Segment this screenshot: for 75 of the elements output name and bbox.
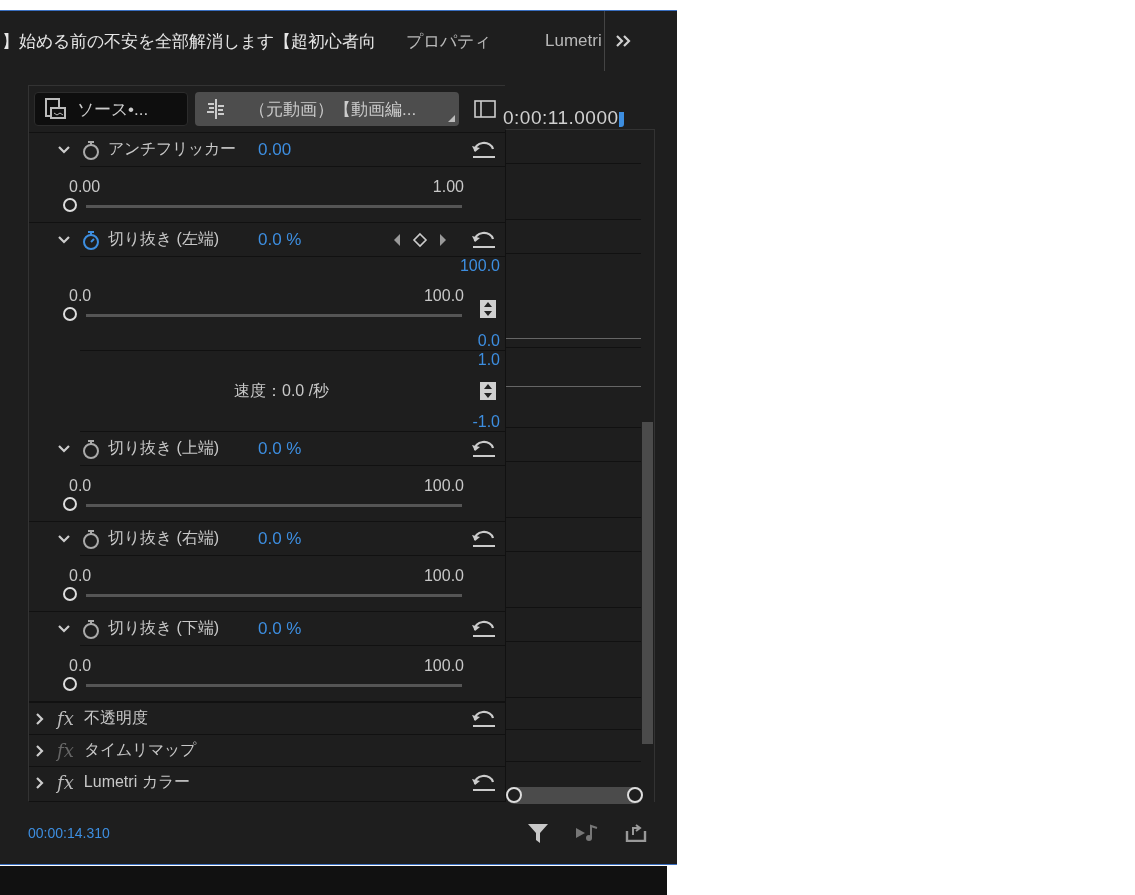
reset-icon[interactable] <box>471 773 497 792</box>
property-name: 切り抜き (下端) <box>108 618 221 638</box>
slider-max: 100.0 <box>423 286 464 305</box>
effect-name[interactable]: Lumetri カラー <box>83 772 190 793</box>
chevron-down-icon[interactable] <box>57 144 71 155</box>
slider-min: 0.0 <box>69 286 92 305</box>
film-icon <box>45 98 67 120</box>
property-name: 切り抜き (左端) <box>108 229 221 249</box>
slider-max: 100.0 <box>423 566 464 585</box>
property-name: アンチフリッカー <box>108 139 237 159</box>
graph-min-value: 0.0 <box>477 332 501 350</box>
effect-name[interactable]: タイムリマップ <box>83 740 196 761</box>
double-chevron-icon[interactable] <box>614 34 631 48</box>
chevron-right-icon[interactable] <box>35 743 45 758</box>
property-value[interactable]: 0.00 <box>258 139 292 160</box>
play-audio-icon[interactable] <box>575 824 599 842</box>
slider-min: 0.00 <box>69 177 101 196</box>
reset-icon[interactable] <box>471 140 497 159</box>
graph-max-value: 100.0 <box>459 257 501 275</box>
stopwatch-icon[interactable] <box>82 528 100 549</box>
velocity-readout: 速度：0.0 /秒 <box>234 380 331 401</box>
slider-thumb[interactable] <box>63 496 77 511</box>
stopwatch-icon[interactable] <box>82 438 100 459</box>
reset-icon[interactable] <box>471 709 497 728</box>
panel-tab[interactable]: Lumetri <box>545 31 602 51</box>
vertical-scrollbar[interactable] <box>642 422 653 744</box>
fx-toggle[interactable]: fx <box>57 772 74 793</box>
panel-toggle-icon[interactable] <box>474 100 496 118</box>
panel-tab[interactable]: プロパティ <box>406 29 503 53</box>
property-value[interactable]: 0.0 % <box>258 618 302 639</box>
chevron-down-icon[interactable] <box>57 533 71 544</box>
slider-min: 0.0 <box>69 566 92 585</box>
chevron-down-icon[interactable] <box>57 443 71 454</box>
keyframe-navigator-icon[interactable] <box>392 231 448 248</box>
updown-icon[interactable] <box>480 299 496 318</box>
fx-toggle[interactable]: fx <box>57 708 74 729</box>
sequence-icon <box>205 98 227 120</box>
reset-icon[interactable] <box>471 230 497 249</box>
filter-icon[interactable] <box>527 822 549 844</box>
stopwatch-icon[interactable] <box>82 618 100 639</box>
playhead-marker[interactable] <box>618 112 624 127</box>
property-value[interactable]: 0.0 % <box>258 528 302 549</box>
reset-icon[interactable] <box>471 619 497 638</box>
slider-thumb[interactable] <box>63 676 77 691</box>
slider-thumb[interactable] <box>63 306 77 321</box>
slider-max: 100.0 <box>423 656 464 675</box>
current-timecode[interactable]: 00:00:14.310 <box>28 825 110 841</box>
zoom-scrollbar[interactable] <box>506 787 643 804</box>
panel-tab[interactable]: 】始める前の不安を全部解消します【超初心者向 <box>2 29 388 53</box>
clip-tab[interactable]: （元動画）【動画編... <box>195 92 459 126</box>
velocity-max-value: 1.0 <box>477 351 501 369</box>
stopwatch-icon[interactable] <box>82 229 100 250</box>
export-icon[interactable] <box>625 824 647 842</box>
chevron-right-icon[interactable] <box>35 775 45 790</box>
clip-tab[interactable]: ソース•... <box>34 92 188 126</box>
updown-icon[interactable] <box>480 382 496 400</box>
slider-max: 1.00 <box>432 177 464 196</box>
reset-icon[interactable] <box>471 529 497 548</box>
slider-min: 0.0 <box>69 476 92 495</box>
stopwatch-icon[interactable] <box>82 139 100 160</box>
chevron-right-icon[interactable] <box>35 711 45 726</box>
velocity-min-value: -1.0 <box>472 413 501 431</box>
property-name: 切り抜き (右端) <box>108 528 221 548</box>
chevron-down-icon[interactable] <box>57 623 71 634</box>
chevron-down-icon[interactable] <box>57 234 71 245</box>
slider-max: 100.0 <box>423 476 464 495</box>
playhead-timecode: 0:00:11.0000 <box>503 107 619 129</box>
reset-icon[interactable] <box>471 439 497 458</box>
effect-name[interactable]: 不透明度 <box>83 708 148 729</box>
slider-thumb[interactable] <box>63 586 77 601</box>
property-name: 切り抜き (上端) <box>108 438 221 458</box>
property-value[interactable]: 0.0 % <box>258 229 302 250</box>
slider-thumb[interactable] <box>63 197 77 212</box>
property-value[interactable]: 0.0 % <box>258 438 302 459</box>
slider-min: 0.0 <box>69 656 92 675</box>
